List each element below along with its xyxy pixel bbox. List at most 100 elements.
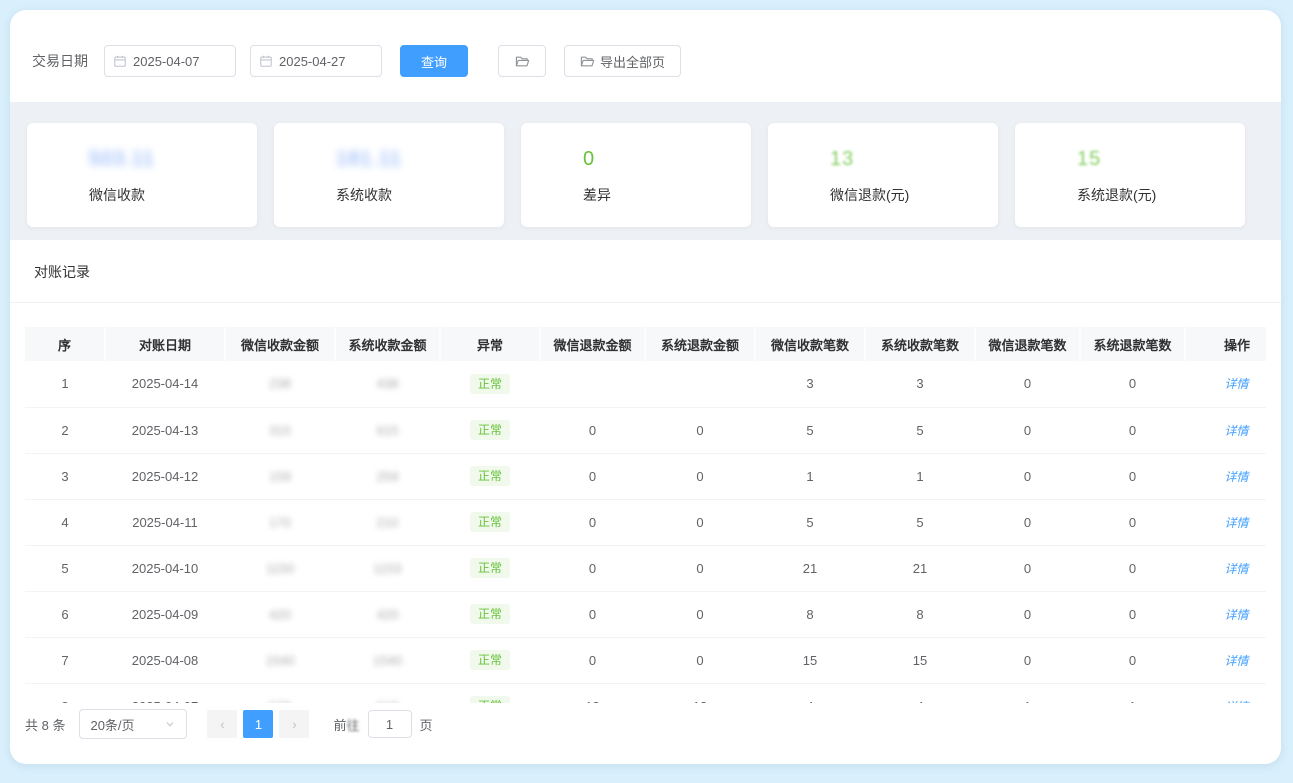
cell-wx-amount: 1540 — [225, 637, 335, 683]
cell-action: 详情 — [1185, 591, 1266, 637]
detail-link[interactable]: 详情 — [1224, 516, 1248, 530]
next-page-button[interactable]: › — [279, 710, 309, 738]
cell-date: 2025-04-11 — [105, 499, 225, 545]
column-header: 对账日期 — [105, 327, 225, 361]
goto-page-group: 前往 页 — [333, 710, 432, 738]
query-button[interactable]: 查询 — [400, 45, 468, 77]
table-row: 1 2025-04-14 238 438 正常 3 3 0 0 详情 — [25, 361, 1266, 407]
status-badge: 正常 — [470, 420, 510, 440]
prev-page-button[interactable]: ‹ — [207, 710, 237, 738]
detail-link[interactable]: 详情 — [1224, 654, 1248, 668]
cell-sys-refund: 0 — [645, 591, 755, 637]
column-header: 系统退款笔数 — [1080, 327, 1185, 361]
redacted-amount: 615 — [377, 423, 399, 438]
cell-wx-refund: 0 — [540, 453, 645, 499]
cell-sys-refund: 0 — [645, 453, 755, 499]
summary-card-label: 系统收款 — [336, 185, 494, 205]
cell-sys-refund: 0 — [645, 545, 755, 591]
export-all-pages-button[interactable]: 导出全部页 — [564, 45, 681, 77]
folder-icon — [515, 54, 530, 69]
reconciliation-panel: 对账记录 序对账日期微信收款金额系统收款金额异常微信退款金额系统退款金额微信收款… — [10, 240, 1281, 764]
redacted-amount: 420 — [269, 607, 291, 622]
cell-wx-refund-count: 0 — [975, 407, 1080, 453]
cell-status: 正常 — [440, 499, 540, 545]
column-header: 系统退款金额 — [645, 327, 755, 361]
cell-sys-count: 21 — [865, 545, 975, 591]
cell-sys-amount: 210 — [335, 499, 440, 545]
summary-card-label: 微信退款(元) — [830, 185, 988, 205]
summary-card: 181.11 系统收款 — [274, 123, 504, 227]
redacted-amount: 1150 — [266, 561, 294, 576]
cell-date: 2025-04-12 — [105, 453, 225, 499]
redacted-amount: 1153 — [374, 561, 402, 576]
status-badge: 正常 — [470, 512, 510, 532]
table-header: 序对账日期微信收款金额系统收款金额异常微信退款金额系统退款金额微信收款笔数系统收… — [25, 327, 1266, 361]
date-from-picker[interactable] — [104, 45, 236, 77]
column-header: 操作 — [1185, 327, 1266, 361]
column-header: 微信收款笔数 — [755, 327, 865, 361]
cell-sys-amount: 615 — [335, 407, 440, 453]
summary-card-value: 15 — [1077, 145, 1235, 173]
cell-wx-refund-count: 0 — [975, 591, 1080, 637]
status-badge: 正常 — [470, 558, 510, 578]
cell-sys-amount: 259 — [335, 453, 440, 499]
date-to-input[interactable] — [279, 54, 373, 69]
date-from-input[interactable] — [133, 54, 227, 69]
cell-wx-refund-count: 0 — [975, 499, 1080, 545]
export-current-page-button[interactable] — [498, 45, 546, 77]
redacted-amount: 315 — [269, 423, 291, 438]
cell-index: 5 — [25, 545, 105, 591]
cell-sys-refund-count: 0 — [1080, 407, 1185, 453]
cell-sys-amount: 420 — [335, 591, 440, 637]
cell-sys-refund: 0 — [645, 637, 755, 683]
cell-sys-count: 5 — [865, 499, 975, 545]
page-size-select[interactable]: 20条/页 — [79, 709, 187, 739]
cell-sys-refund-count: 0 — [1080, 453, 1185, 499]
cell-wx-refund: 0 — [540, 407, 645, 453]
summary-card-value: 181.11 — [336, 145, 494, 173]
table-row: 4 2025-04-11 170 210 正常 0 0 5 5 0 0 详情 — [25, 499, 1266, 545]
cell-status: 正常 — [440, 361, 540, 407]
export-all-label: 导出全部页 — [600, 52, 665, 71]
cell-sys-count: 5 — [865, 407, 975, 453]
cell-wx-amount: 238 — [225, 361, 335, 407]
cell-wx-refund: 0 — [540, 545, 645, 591]
cell-sys-refund: 0 — [645, 407, 755, 453]
pager: ‹ 1 › — [207, 710, 309, 738]
cell-index: 7 — [25, 637, 105, 683]
detail-link[interactable]: 详情 — [1224, 608, 1248, 622]
cell-sys-amount: 1153 — [335, 545, 440, 591]
goto-page-input[interactable] — [368, 710, 412, 738]
reconciliation-table-wrap: 序对账日期微信收款金额系统收款金额异常微信退款金额系统退款金额微信收款笔数系统收… — [25, 327, 1266, 707]
cell-sys-refund-count: 0 — [1080, 637, 1185, 683]
detail-link[interactable]: 详情 — [1224, 470, 1248, 484]
goto-suffix-label: 页 — [420, 715, 433, 734]
cell-wx-refund — [540, 361, 645, 407]
redacted-amount: 420 — [377, 607, 399, 622]
calendar-icon — [113, 54, 127, 68]
detail-link[interactable]: 详情 — [1224, 424, 1248, 438]
column-header: 微信退款笔数 — [975, 327, 1080, 361]
cell-status: 正常 — [440, 453, 540, 499]
cell-action: 详情 — [1185, 453, 1266, 499]
cell-wx-count: 3 — [755, 361, 865, 407]
cell-wx-count: 1 — [755, 453, 865, 499]
cell-sys-amount: 1540 — [335, 637, 440, 683]
divider — [10, 302, 1281, 303]
detail-link[interactable]: 详情 — [1224, 562, 1248, 576]
detail-link[interactable]: 详情 — [1224, 377, 1248, 391]
summary-card: 0 差异 — [521, 123, 751, 227]
cell-wx-amount: 420 — [225, 591, 335, 637]
column-header: 系统收款金额 — [335, 327, 440, 361]
date-to-picker[interactable] — [250, 45, 382, 77]
cell-status: 正常 — [440, 637, 540, 683]
cell-action: 详情 — [1185, 361, 1266, 407]
status-badge: 正常 — [470, 466, 510, 486]
status-badge: 正常 — [470, 604, 510, 624]
folder-icon — [580, 54, 595, 69]
cell-date: 2025-04-13 — [105, 407, 225, 453]
cell-sys-count: 1 — [865, 453, 975, 499]
page-number-1[interactable]: 1 — [243, 710, 273, 738]
cell-status: 正常 — [440, 591, 540, 637]
cell-wx-refund-count: 0 — [975, 545, 1080, 591]
